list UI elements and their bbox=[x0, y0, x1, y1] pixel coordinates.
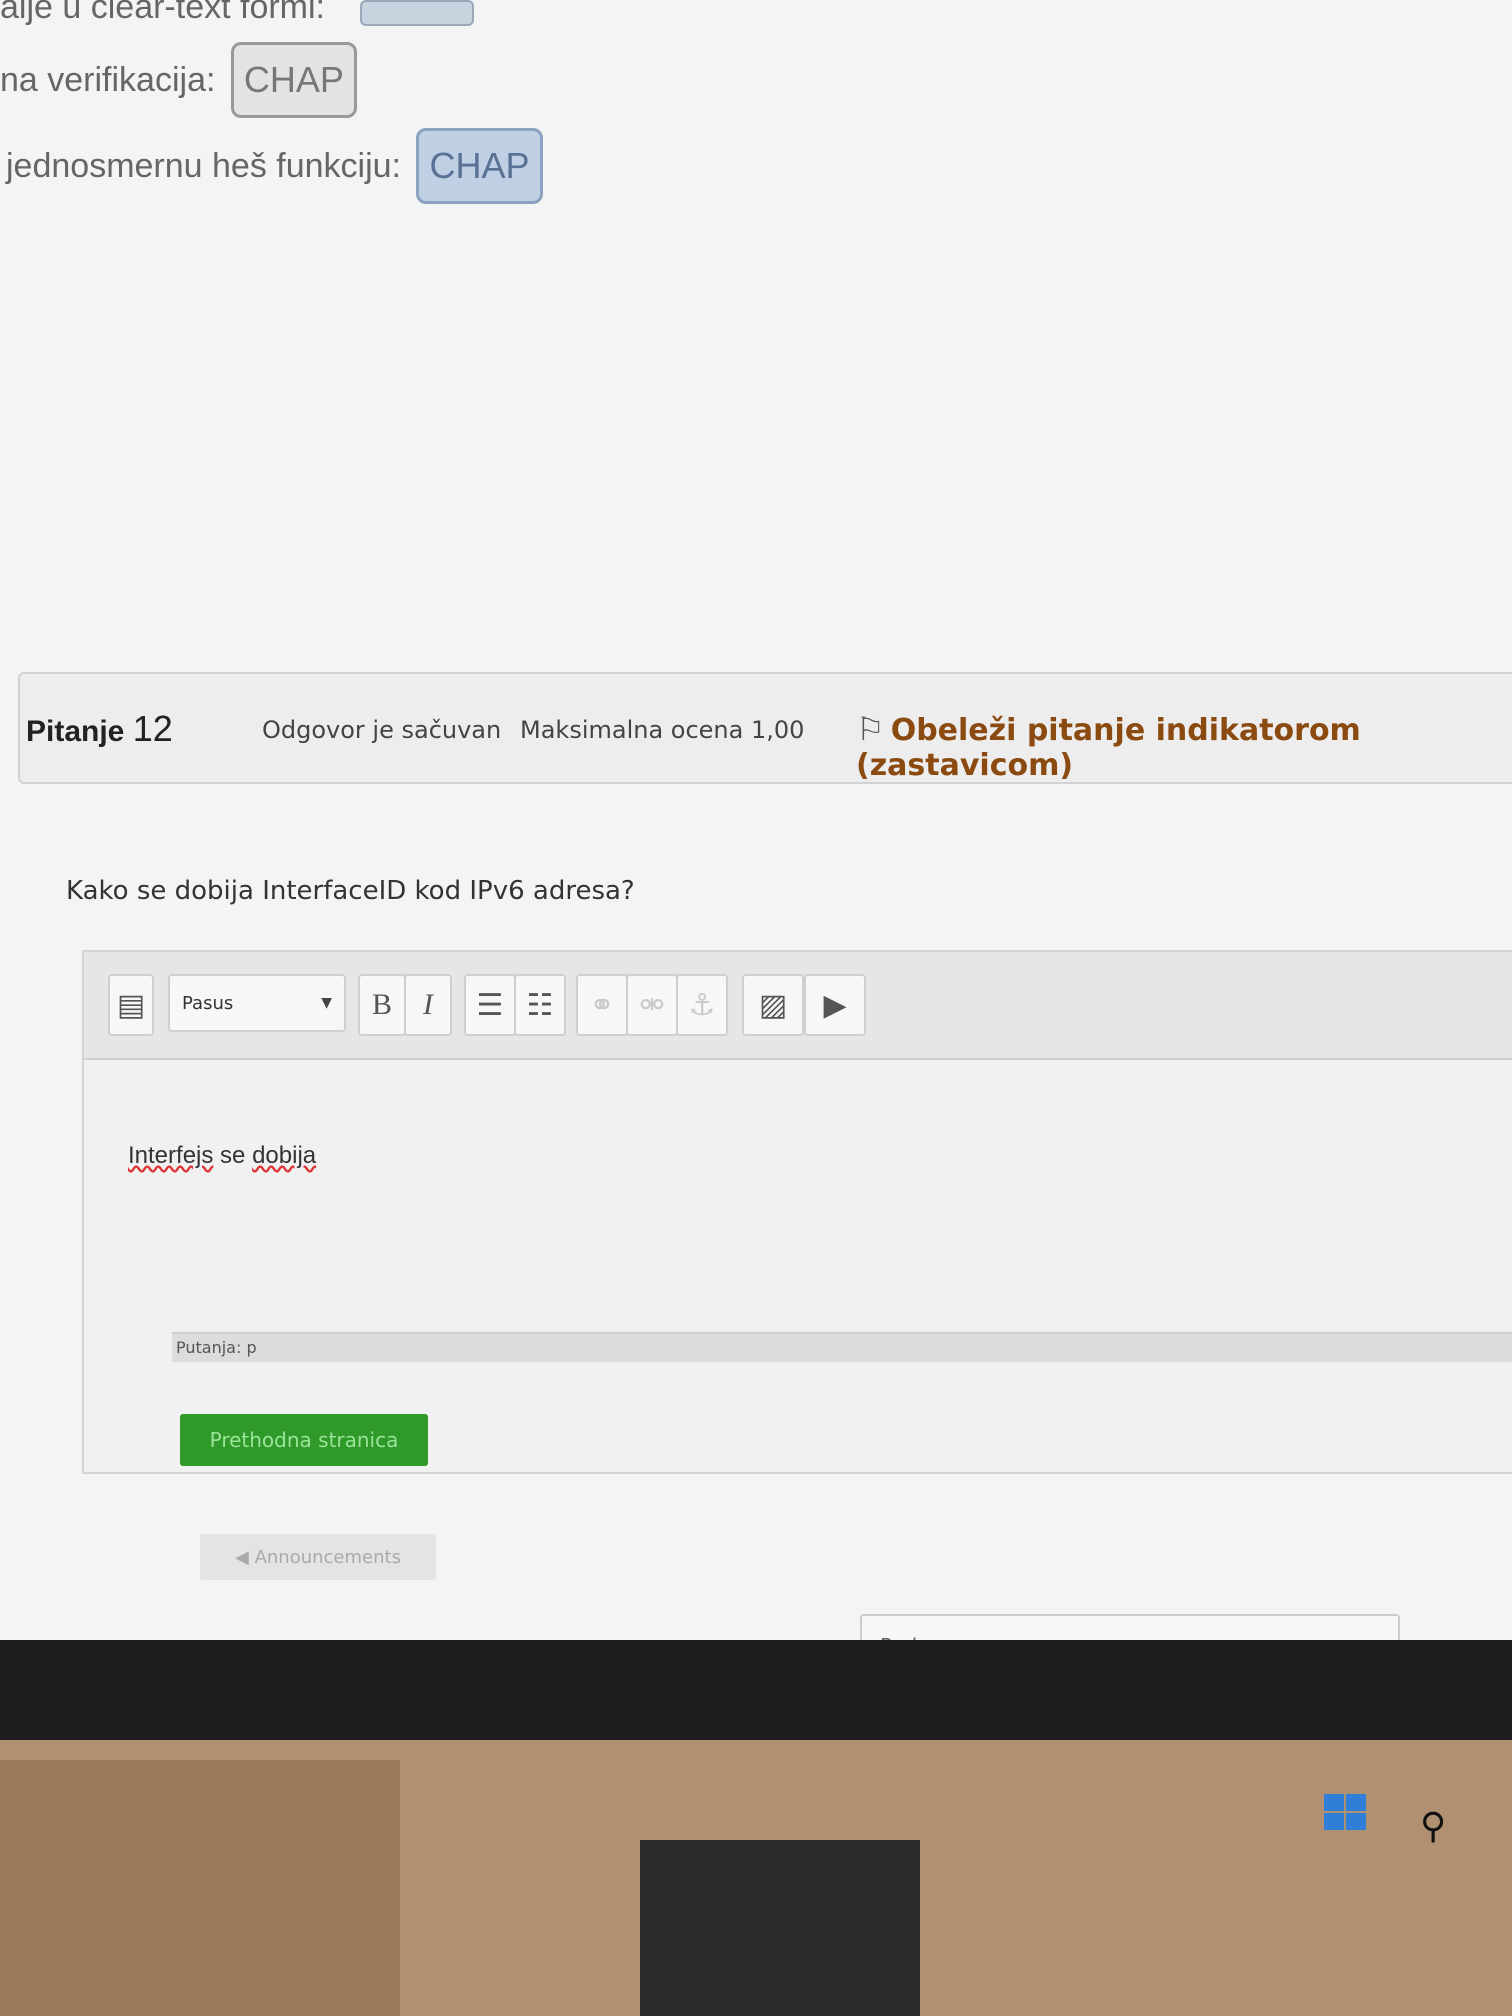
prev-row-3: jednosmernu heš funkciju: CHAP bbox=[6, 128, 543, 204]
previous-question-fragment: alje u clear-text formi: na verifikacija… bbox=[0, 0, 700, 240]
link-icon[interactable]: ⚭ bbox=[576, 974, 628, 1036]
monitor-bezel bbox=[0, 1640, 1512, 1750]
question-info-bar: Pitanje 12 Odgovor je sačuvan Maksimalna… bbox=[18, 672, 1512, 784]
question-label: Pitanje bbox=[26, 715, 125, 748]
answer-word-1: Interfejs bbox=[128, 1142, 214, 1169]
windows-start-icon[interactable] bbox=[1324, 1794, 1368, 1832]
prev-row-1: alje u clear-text formi: bbox=[0, 0, 325, 27]
prev-row-2-select[interactable]: CHAP bbox=[230, 42, 357, 118]
question-number-value: 12 bbox=[132, 708, 173, 749]
monitor-screen: alje u clear-text formi: na verifikacija… bbox=[0, 0, 1512, 1660]
prev-row-3-select[interactable]: CHAP bbox=[416, 128, 543, 204]
editor-content[interactable]: Interfejs se dobija bbox=[128, 1142, 316, 1170]
dropdown-arrow-icon: ▼ bbox=[321, 995, 332, 1011]
question-number: Pitanje 12 bbox=[26, 708, 173, 750]
prev-row-1-select[interactable] bbox=[360, 0, 474, 26]
image-icon[interactable]: ▨ bbox=[742, 974, 804, 1036]
prev-row-3-label: jednosmernu heš funkciju: bbox=[6, 146, 402, 185]
question-text: Kako se dobija InterfaceID kod IPv6 adre… bbox=[66, 876, 635, 906]
announcements-link[interactable]: ◀ Announcements bbox=[200, 1534, 436, 1580]
desk-shadow bbox=[0, 1760, 400, 2016]
previous-page-button[interactable]: Prethodna stranica bbox=[180, 1414, 428, 1466]
prev-row-1-label: alje u clear-text formi: bbox=[0, 0, 325, 26]
flag-icon[interactable]: ⚐ bbox=[856, 710, 885, 748]
unordered-list-icon[interactable]: ☰ bbox=[464, 974, 516, 1036]
search-icon[interactable]: ⚲ bbox=[1420, 1806, 1446, 1847]
monitor-stand bbox=[640, 1840, 920, 2016]
anchor-icon[interactable]: ⚓ bbox=[676, 974, 728, 1036]
answer-word-2: se bbox=[220, 1142, 246, 1169]
flag-question-link[interactable]: ⚐ Obeleži pitanje indikatorom (zastavicom… bbox=[856, 710, 1512, 783]
paragraph-format-select[interactable]: Pasus ▼ bbox=[168, 974, 346, 1032]
bold-button[interactable]: B bbox=[358, 974, 406, 1036]
editor-path-status: Putanja: p bbox=[172, 1332, 1512, 1362]
max-grade: Maksimalna ocena 1,00 bbox=[520, 716, 805, 744]
answer-word-3: dobija bbox=[252, 1142, 317, 1169]
paragraph-format-value: Pasus bbox=[182, 992, 234, 1014]
ordered-list-icon[interactable]: ☷ bbox=[514, 974, 566, 1036]
prev-row-2-label: na verifikacija: bbox=[0, 60, 216, 99]
media-icon[interactable]: ▶ bbox=[804, 974, 866, 1036]
flag-question-label[interactable]: Obeleži pitanje indikatorom (zastavicom) bbox=[856, 713, 1361, 783]
answer-editor[interactable]: ▤ Pasus ▼ B I ☰ ☷ ⚭ ⚮ ⚓ ▨ ▶ Interfejs se… bbox=[82, 950, 1512, 1474]
italic-button[interactable]: I bbox=[404, 974, 452, 1036]
prev-row-2: na verifikacija: CHAP bbox=[0, 42, 357, 118]
toolbar-toggle-icon[interactable]: ▤ bbox=[108, 974, 154, 1036]
answer-state: Odgovor je sačuvan bbox=[262, 716, 502, 744]
unlink-icon[interactable]: ⚮ bbox=[626, 974, 678, 1036]
editor-toolbar: ▤ Pasus ▼ B I ☰ ☷ ⚭ ⚮ ⚓ ▨ ▶ bbox=[84, 952, 1512, 1060]
